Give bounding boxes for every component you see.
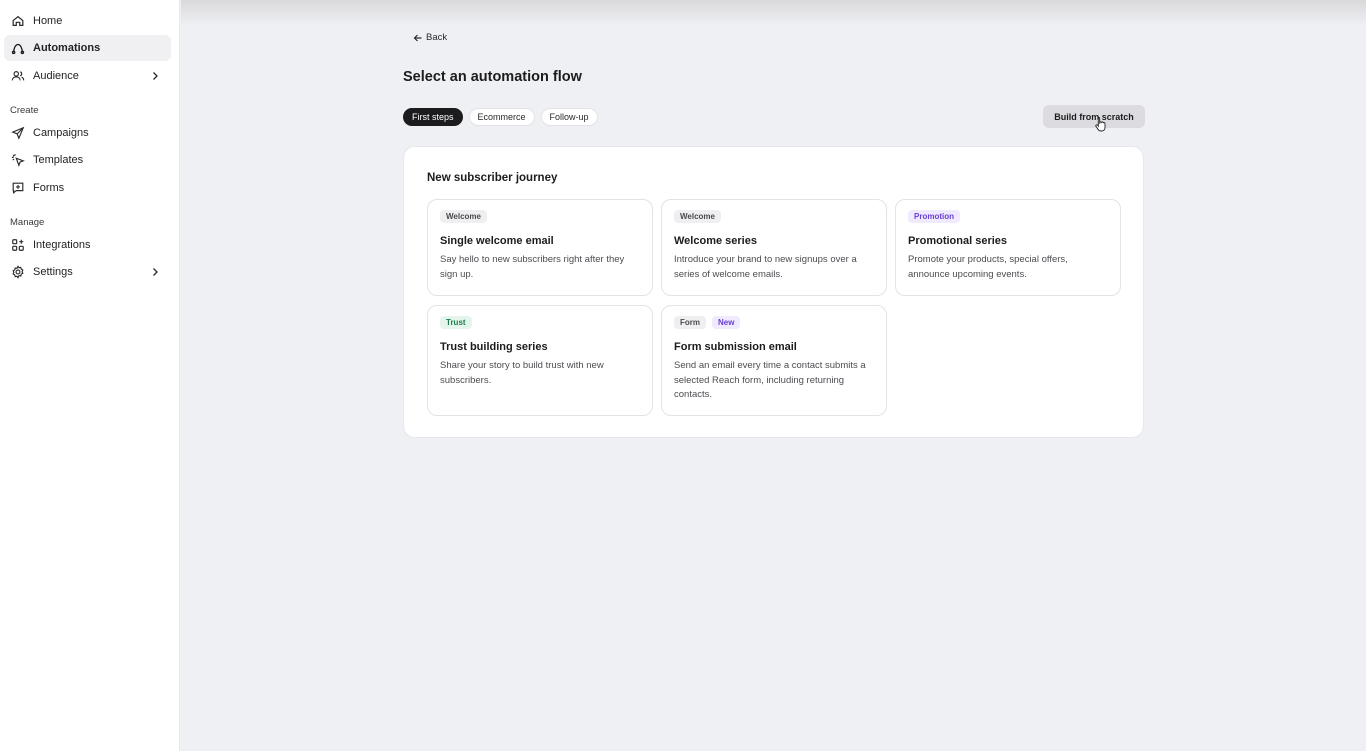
card-description: Send an email every time a contact submi… bbox=[674, 360, 866, 400]
card-single-welcome-email[interactable]: Welcome Single welcome email Say hello t… bbox=[427, 199, 653, 296]
card-title: Promotional series bbox=[908, 235, 1008, 247]
sidebar-item-label: Settings bbox=[33, 266, 73, 278]
sidebar-item-label: Campaigns bbox=[33, 126, 89, 139]
card-description: Introduce your brand to new signups over… bbox=[674, 254, 857, 280]
page-title: Select an automation flow bbox=[403, 69, 582, 85]
build-from-scratch-button[interactable]: Build from scratch bbox=[1043, 105, 1145, 128]
sidebar-item-integrations[interactable]: Integrations bbox=[4, 232, 171, 258]
back-link[interactable]: Back bbox=[413, 32, 447, 43]
sidebar-item-label: Home bbox=[33, 14, 63, 27]
sidebar-item-campaigns[interactable]: Campaigns bbox=[4, 120, 171, 146]
card-form-submission-email[interactable]: Form New Form submission email Send an e… bbox=[661, 305, 887, 416]
card-description: Share your story to build trust with new… bbox=[440, 360, 604, 386]
section-label-manage: Manage bbox=[10, 216, 45, 228]
chevron-right-icon bbox=[149, 69, 161, 83]
subscriber-journey-panel: New subscriber journey Welcome Single we… bbox=[403, 146, 1144, 438]
sidebar-item-forms[interactable]: Forms bbox=[4, 175, 171, 201]
sidebar-item-home[interactable]: Home bbox=[4, 8, 171, 34]
tab-first-steps[interactable]: First steps bbox=[403, 108, 463, 126]
card-title: Form submission email bbox=[674, 341, 797, 353]
send-icon bbox=[10, 125, 26, 141]
card-title: Trust building series bbox=[440, 341, 548, 353]
sidebar-item-label: Forms bbox=[33, 181, 65, 194]
badge-new: New bbox=[712, 316, 741, 329]
sidebar-item-templates[interactable]: Templates bbox=[4, 147, 171, 173]
panel-title: New subscriber journey bbox=[427, 172, 558, 184]
audience-icon bbox=[10, 68, 26, 84]
tab-follow-up[interactable]: Follow-up bbox=[540, 108, 598, 126]
card-title: Welcome series bbox=[674, 235, 757, 247]
category-tabs: First steps Ecommerce Follow-up bbox=[403, 108, 598, 126]
sidebar-item-label: Templates bbox=[33, 154, 84, 166]
home-icon bbox=[10, 13, 26, 29]
sidebar-item-label: Audience bbox=[33, 69, 79, 82]
section-label-create: Create bbox=[10, 104, 39, 116]
sidebar: Home Automations Audience Create Campaig… bbox=[0, 0, 180, 751]
back-label: Back bbox=[426, 32, 448, 43]
badge-welcome: Welcome bbox=[674, 210, 721, 223]
badge-welcome: Welcome bbox=[440, 210, 487, 223]
main-content: Back Select an automation flow First ste… bbox=[181, 0, 1366, 751]
card-trust-building-series[interactable]: Trust Trust building series Share your s… bbox=[427, 305, 653, 416]
integrations-icon bbox=[10, 237, 26, 253]
sidebar-item-audience[interactable]: Audience bbox=[4, 63, 171, 89]
badge-promotion: Promotion bbox=[908, 210, 960, 223]
gear-icon bbox=[10, 264, 26, 280]
sidebar-item-label: Automations bbox=[33, 42, 101, 54]
card-title: Single welcome email bbox=[440, 235, 554, 247]
chevron-right-icon bbox=[149, 265, 161, 279]
card-welcome-series[interactable]: Welcome Welcome series Introduce your br… bbox=[661, 199, 887, 296]
automations-icon bbox=[10, 40, 26, 56]
sidebar-item-label: Integrations bbox=[33, 238, 91, 251]
badge-trust: Trust bbox=[440, 316, 472, 329]
sidebar-item-automations[interactable]: Automations bbox=[4, 35, 171, 61]
templates-icon bbox=[10, 152, 26, 168]
card-description: Promote your products, special offers, a… bbox=[908, 254, 1068, 280]
badge-form: Form bbox=[674, 316, 706, 329]
card-description: Say hello to new subscribers right after… bbox=[440, 254, 625, 280]
forms-icon bbox=[10, 180, 26, 196]
card-promotional-series[interactable]: Promotion Promotional series Promote you… bbox=[895, 199, 1121, 296]
tab-ecommerce[interactable]: Ecommerce bbox=[468, 108, 535, 126]
hand-cursor-icon bbox=[1095, 117, 1106, 132]
arrow-left-icon bbox=[413, 34, 422, 41]
sidebar-item-settings[interactable]: Settings bbox=[4, 259, 171, 285]
